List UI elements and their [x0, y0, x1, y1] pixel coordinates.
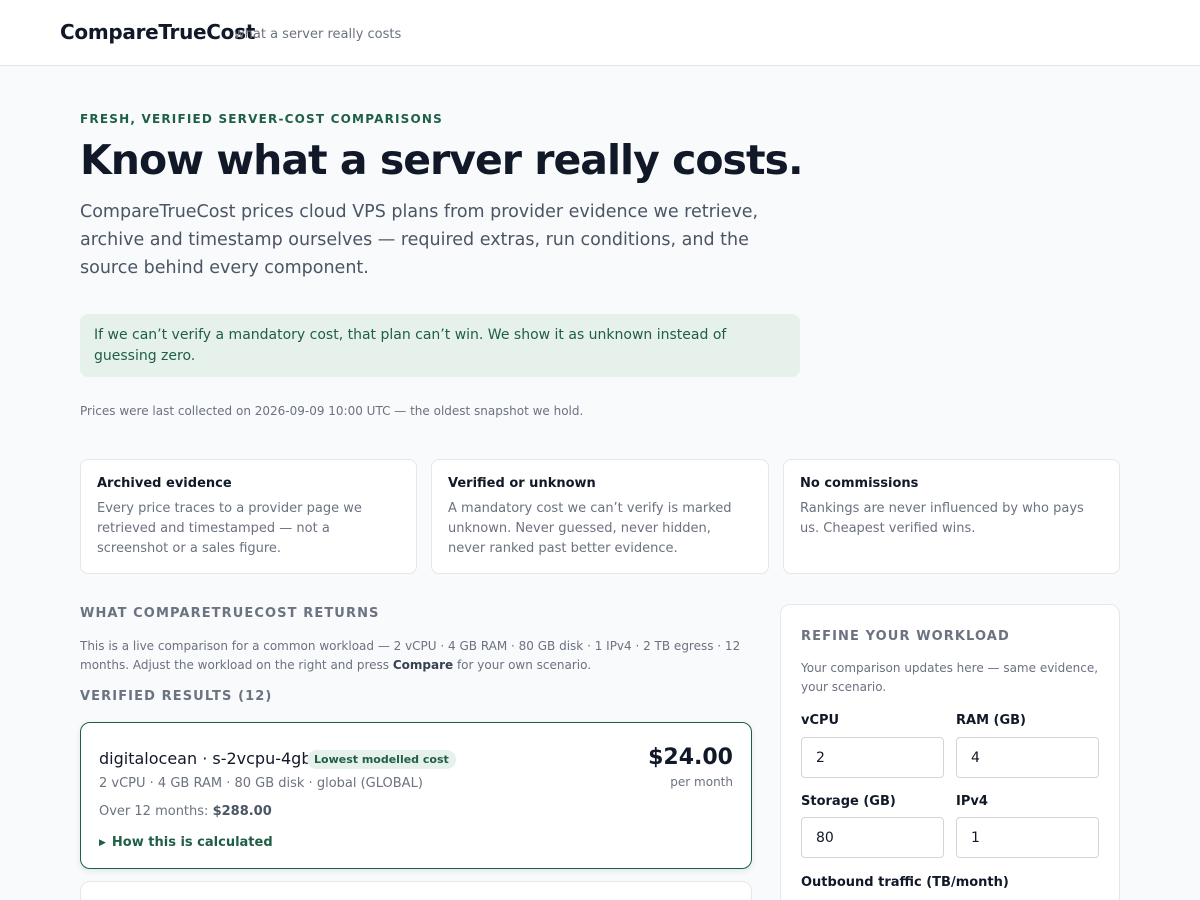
- total-cost-value: $288.00: [212, 804, 272, 819]
- feature-body: A mandatory cost we can’t verify is mark…: [448, 501, 732, 556]
- feature-title: Verified or unknown: [448, 476, 596, 491]
- feature-card-verified-or-unknown: Verified or unknown A mandatory cost we …: [431, 459, 769, 574]
- returns-section-label: WHAT COMPARETRUECOST RETURNS: [80, 606, 380, 621]
- result-total-cost: Over 12 months: $288.00: [99, 804, 272, 819]
- hero-subtitle: CompareTrueCost prices cloud VPS plans f…: [80, 202, 759, 278]
- result-card: digitalocean · s-2vcpu-4gb Lowest modell…: [80, 722, 752, 869]
- refine-panel-title: REFINE YOUR WORKLOAD: [801, 629, 1010, 644]
- live-comparison-note: This is a live comparison for a common w…: [80, 637, 760, 675]
- refine-workload-panel: REFINE YOUR WORKLOAD Your comparison upd…: [780, 604, 1120, 900]
- verified-results-label: VERIFIED RESULTS (12): [80, 689, 273, 704]
- vcpu-input[interactable]: [801, 737, 944, 778]
- page-title: Know what a server really costs.: [80, 136, 804, 184]
- feature-body: Rankings are never influenced by who pay…: [800, 501, 1084, 536]
- how-calculated-toggle[interactable]: ▶ How this is calculated: [99, 835, 273, 850]
- refine-panel-description: Your comparison updates here — same evid…: [801, 661, 1099, 694]
- total-cost-label: Over 12 months:: [99, 804, 213, 819]
- top-navigation-bar: CompareTrueCost what a server really cos…: [0, 0, 1200, 66]
- hero-eyebrow: FRESH, VERIFIED SERVER-COST COMPARISONS: [80, 112, 444, 126]
- feature-title: Archived evidence: [97, 476, 232, 491]
- feature-title: No commissions: [800, 476, 919, 491]
- feature-card-archived-evidence: Archived evidence Every price traces to …: [80, 459, 417, 574]
- vcpu-label: vCPU: [801, 713, 840, 728]
- monthly-price: $24.00: [648, 745, 733, 770]
- how-calculated-label: How this is calculated: [111, 835, 273, 850]
- feature-body: Every price traces to a provider page we…: [97, 501, 362, 556]
- ram-label: RAM (GB): [956, 713, 1026, 728]
- last-collected-note: Prices were last collected on 2026-09-09…: [80, 404, 584, 418]
- result-specs: 2 vCPU · 4 GB RAM · 80 GB disk · global …: [99, 776, 423, 791]
- ipv4-input[interactable]: [956, 817, 1099, 858]
- verification-notice: If we can’t verify a mandatory cost, tha…: [80, 314, 800, 377]
- egress-label: Outbound traffic (TB/month): [801, 875, 1009, 890]
- live-note-suffix: for your own scenario.: [453, 658, 592, 672]
- result-card: [80, 881, 752, 900]
- brand-tagline: what a server really costs: [234, 27, 402, 42]
- brand-logo-link[interactable]: CompareTrueCost: [60, 20, 255, 44]
- storage-label: Storage (GB): [801, 794, 896, 809]
- feature-card-no-commissions: No commissions Rankings are never influe…: [783, 459, 1120, 574]
- compare-keyword: Compare: [392, 658, 454, 672]
- lowest-cost-badge: Lowest modelled cost: [307, 750, 456, 769]
- ipv4-label: IPv4: [956, 794, 988, 809]
- disclosure-triangle-icon: ▶: [99, 838, 106, 848]
- ram-input[interactable]: [956, 737, 1099, 778]
- result-plan-name: digitalocean · s-2vcpu-4gb: [99, 749, 312, 768]
- price-unit: per month: [670, 775, 733, 789]
- storage-input[interactable]: [801, 817, 944, 858]
